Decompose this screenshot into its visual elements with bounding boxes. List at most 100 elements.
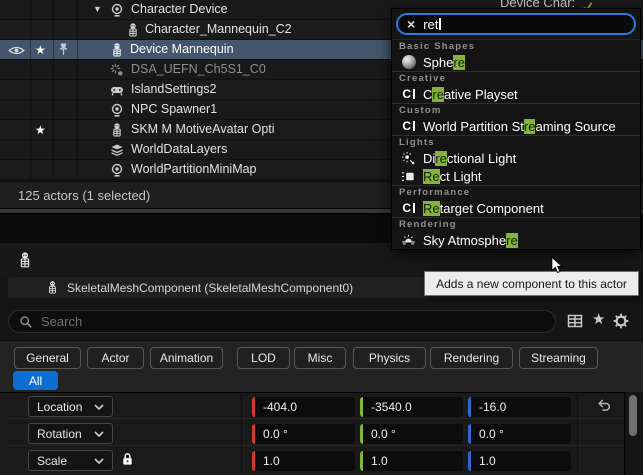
column-divider bbox=[577, 392, 578, 473]
category-all-selected[interactable]: All bbox=[13, 371, 58, 390]
menu-item-sphere[interactable]: Sphere bbox=[392, 53, 640, 71]
location-dropdown-button[interactable]: Location bbox=[28, 396, 113, 417]
scrollbar-thumb[interactable] bbox=[629, 395, 637, 436]
outliner-row-label: Character_Mannequin_C2 bbox=[145, 20, 292, 39]
search-placeholder: Search bbox=[41, 314, 82, 329]
outliner-column-divider bbox=[77, 0, 78, 180]
component-label: SkeletalMeshComponent (SkeletalMeshCompo… bbox=[67, 281, 353, 295]
outliner-column-divider bbox=[30, 0, 31, 180]
category-streaming[interactable]: Streaming bbox=[519, 347, 598, 369]
scale-lock-icon[interactable] bbox=[121, 451, 134, 467]
sparkle-icon bbox=[110, 63, 124, 77]
outliner-row-label: SKM M MotiveAvatar Opti bbox=[131, 120, 275, 139]
chevron-down-icon bbox=[94, 431, 104, 437]
scale-dropdown-button[interactable]: Scale bbox=[28, 450, 113, 471]
category-misc[interactable]: Misc bbox=[294, 347, 346, 369]
category-actor[interactable]: Actor bbox=[87, 347, 144, 369]
skeleton-icon bbox=[110, 123, 124, 137]
section-title: Performance bbox=[392, 186, 640, 199]
section-creative: Creative C Creative Playset bbox=[392, 71, 640, 103]
clear-search-icon[interactable]: × bbox=[407, 16, 415, 32]
section-basic-shapes: Basic Shapes Sphere bbox=[392, 39, 640, 71]
details-search-input[interactable]: Search bbox=[8, 310, 556, 333]
pin-icon[interactable] bbox=[58, 42, 69, 57]
section-custom: Custom C World Partition Streaming Sourc… bbox=[392, 103, 640, 135]
tooltip: Adds a new component to this actor bbox=[424, 271, 639, 296]
rotation-z-field[interactable]: 0.0 ° bbox=[468, 424, 571, 444]
outliner-row-label: WorldPartitionMiniMap bbox=[131, 160, 257, 179]
add-component-dropdown: × ret Basic Shapes Sphere Creative C Cre… bbox=[391, 8, 641, 250]
device-icon bbox=[110, 163, 124, 177]
section-title: Creative bbox=[392, 72, 640, 85]
location-x-field[interactable]: -404.0 bbox=[252, 397, 355, 417]
mouse-cursor bbox=[551, 256, 565, 276]
location-z-field[interactable]: -16.0 bbox=[468, 397, 571, 417]
section-title: Basic Shapes bbox=[392, 40, 640, 53]
uefn-editor-window: Device Char: ▼ Character Device Characte… bbox=[0, 0, 643, 475]
expander-arrow-icon[interactable]: ▼ bbox=[93, 4, 102, 14]
favorites-filter-icon[interactable]: ★ bbox=[592, 310, 605, 328]
rotation-dropdown-button[interactable]: Rotation bbox=[28, 423, 113, 444]
search-icon bbox=[19, 315, 33, 329]
section-title: Custom bbox=[392, 104, 640, 117]
menu-item-rect-light[interactable]: Rect Light bbox=[392, 167, 640, 185]
skeleton-icon bbox=[17, 252, 33, 268]
skeleton-icon bbox=[126, 23, 140, 37]
row-divider bbox=[8, 445, 624, 446]
section-title: Rendering bbox=[392, 218, 640, 231]
gamepad-icon bbox=[110, 83, 124, 97]
outliner-row-label: WorldDataLayers bbox=[131, 140, 227, 159]
section-rendering: Rendering Sky Atmosphere bbox=[392, 217, 640, 249]
section-performance: Performance C Retarget Component bbox=[392, 185, 640, 217]
gear-icon[interactable] bbox=[613, 313, 629, 329]
menu-item-creative-playset[interactable]: C Creative Playset bbox=[392, 85, 640, 103]
text-caret bbox=[439, 18, 441, 30]
scale-x-field[interactable]: 1.0 bbox=[252, 451, 355, 471]
category-animation[interactable]: Animation bbox=[150, 347, 223, 369]
category-rendering[interactable]: Rendering bbox=[430, 347, 513, 369]
outliner-row-label: Character Device bbox=[131, 0, 228, 19]
rotation-y-field[interactable]: 0.0 ° bbox=[360, 424, 463, 444]
category-physics[interactable]: Physics bbox=[353, 347, 426, 369]
outliner-column-divider bbox=[53, 0, 54, 180]
section-lights: Lights Directional Light Rect Light bbox=[392, 135, 640, 185]
rotation-x-field[interactable]: 0.0 ° bbox=[252, 424, 355, 444]
skeleton-icon bbox=[46, 281, 59, 294]
device-icon bbox=[110, 103, 124, 117]
category-general[interactable]: General bbox=[14, 347, 81, 369]
reset-to-default-icon[interactable] bbox=[596, 397, 612, 413]
chevron-down-icon bbox=[94, 458, 104, 464]
scale-z-field[interactable]: 1.0 bbox=[468, 451, 571, 471]
dropdown-search-input[interactable]: × ret bbox=[396, 13, 636, 35]
scale-y-field[interactable]: 1.0 bbox=[360, 451, 463, 471]
creative-logo-icon: C bbox=[400, 86, 417, 102]
location-y-field[interactable]: -3540.0 bbox=[360, 397, 463, 417]
outliner-row-label: Device Mannequin bbox=[130, 40, 234, 59]
skeleton-icon bbox=[110, 43, 124, 57]
menu-item-world-partition-streaming-source[interactable]: C World Partition Streaming Source bbox=[392, 117, 640, 135]
creative-logo-icon: C bbox=[400, 200, 417, 216]
favorite-star-icon[interactable]: ★ bbox=[35, 123, 46, 137]
chevron-down-icon bbox=[94, 404, 104, 410]
dropdown-search-row: × ret bbox=[392, 9, 640, 39]
row-divider bbox=[8, 418, 624, 419]
sphere-icon bbox=[400, 54, 417, 70]
outliner-row-label: NPC Spawner1 bbox=[131, 100, 217, 119]
outliner-row-label: DSA_UEFN_Ch5S1_C0 bbox=[131, 60, 266, 79]
column-divider[interactable] bbox=[241, 392, 242, 473]
sky-atmosphere-icon bbox=[400, 232, 417, 248]
rect-light-icon bbox=[400, 168, 417, 184]
device-icon bbox=[110, 3, 124, 17]
grid-view-icon[interactable] bbox=[567, 313, 583, 329]
section-title: Lights bbox=[392, 136, 640, 149]
menu-item-retarget-component[interactable]: C Retarget Component bbox=[392, 199, 640, 217]
creative-logo-icon: C bbox=[400, 118, 417, 134]
outliner-row-label: IslandSettings2 bbox=[131, 80, 216, 99]
menu-item-sky-atmosphere[interactable]: Sky Atmosphere bbox=[392, 231, 640, 249]
search-value: ret bbox=[423, 17, 438, 32]
menu-item-directional-light[interactable]: Directional Light bbox=[392, 149, 640, 167]
favorite-star-icon[interactable]: ★ bbox=[35, 43, 46, 57]
layers-icon bbox=[110, 143, 124, 157]
visibility-eye-icon[interactable] bbox=[8, 45, 25, 56]
category-lod[interactable]: LOD bbox=[237, 347, 290, 369]
